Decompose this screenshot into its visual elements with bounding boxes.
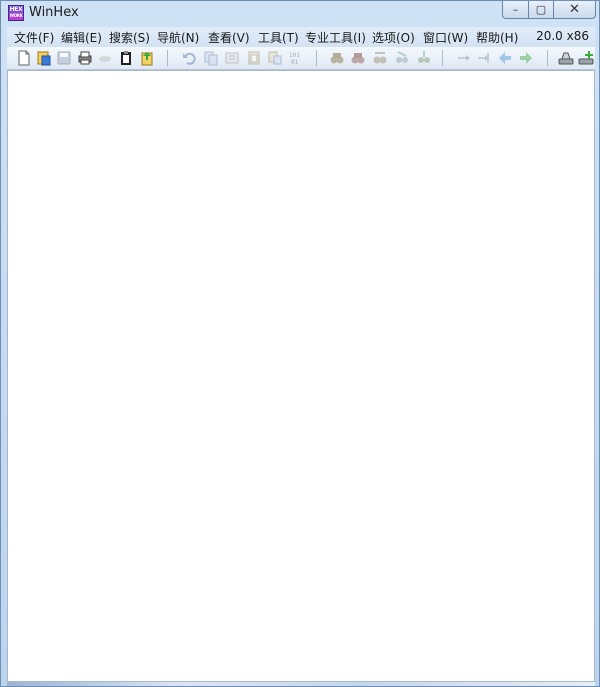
close-button[interactable]: ✕ [553,1,596,19]
toolbar: 101 01 [7,47,595,70]
version-label: 20.0 x86 [536,29,589,43]
menu-search[interactable]: 搜索(S) [109,29,150,46]
replace-hex-icon[interactable] [394,50,410,66]
icon-subtext: WORK [9,13,23,18]
export-icon[interactable] [139,50,155,66]
paste-special-icon[interactable] [267,50,283,66]
cut-icon[interactable] [224,50,240,66]
winhex-window: HEX WORK WinHex – ▢ ✕ 文件(F) 编辑(E) 搜索(S) … [0,0,600,687]
client-area[interactable] [7,70,595,682]
copy-icon[interactable] [203,50,219,66]
svg-text:101: 101 [289,52,300,59]
find-next-icon[interactable] [416,50,432,66]
paste-icon[interactable] [246,50,262,66]
open-disk-icon[interactable] [558,50,574,66]
clipboard-icon[interactable] [118,50,134,66]
title-bar[interactable]: HEX WORK WinHex – ▢ ✕ [1,1,599,25]
menu-tools[interactable]: 工具(T) [258,29,299,46]
find-icon[interactable] [329,50,345,66]
forward-icon[interactable] [518,50,534,66]
goto-sector-icon[interactable] [476,50,492,66]
menu-edit[interactable]: 编辑(E) [61,29,102,46]
save-icon[interactable] [56,50,72,66]
menu-help[interactable]: 帮助(H) [476,29,518,46]
status-strip [7,682,595,686]
goto-offset-icon[interactable] [456,50,472,66]
toolbar-separator [442,50,443,66]
icon-text: HEX [9,6,23,13]
menu-options[interactable]: 选项(O) [372,29,415,46]
undo-icon[interactable] [181,50,197,66]
new-file-icon[interactable] [16,50,32,66]
toolbar-separator [316,50,317,66]
menu-window[interactable]: 窗口(W) [423,29,468,46]
toolbar-separator [547,50,548,66]
binary-icon[interactable]: 101 01 [288,50,304,66]
menu-bar: 文件(F) 编辑(E) 搜索(S) 导航(N) 查看(V) 工具(T) 专业工具… [7,27,595,47]
minimize-button[interactable]: – [502,1,529,19]
back-icon[interactable] [497,50,513,66]
window-title: WinHex [29,5,79,20]
maximize-button[interactable]: ▢ [528,1,554,19]
open-file-icon[interactable] [36,50,52,66]
svg-text:01: 01 [291,59,299,66]
menu-view[interactable]: 查看(V) [208,29,250,46]
toolbar-separator [167,50,168,66]
find-hex-icon[interactable] [350,50,366,66]
print-icon[interactable] [77,50,93,66]
menu-navigate[interactable]: 导航(N) [157,29,199,46]
menu-file[interactable]: 文件(F) [14,29,54,46]
replace-icon[interactable] [372,50,388,66]
menu-specialist-tools[interactable]: 专业工具(I) [305,29,366,46]
winhex-icon[interactable]: HEX WORK [8,5,24,21]
properties-icon[interactable] [97,50,113,66]
add-disk-icon[interactable] [578,50,594,66]
